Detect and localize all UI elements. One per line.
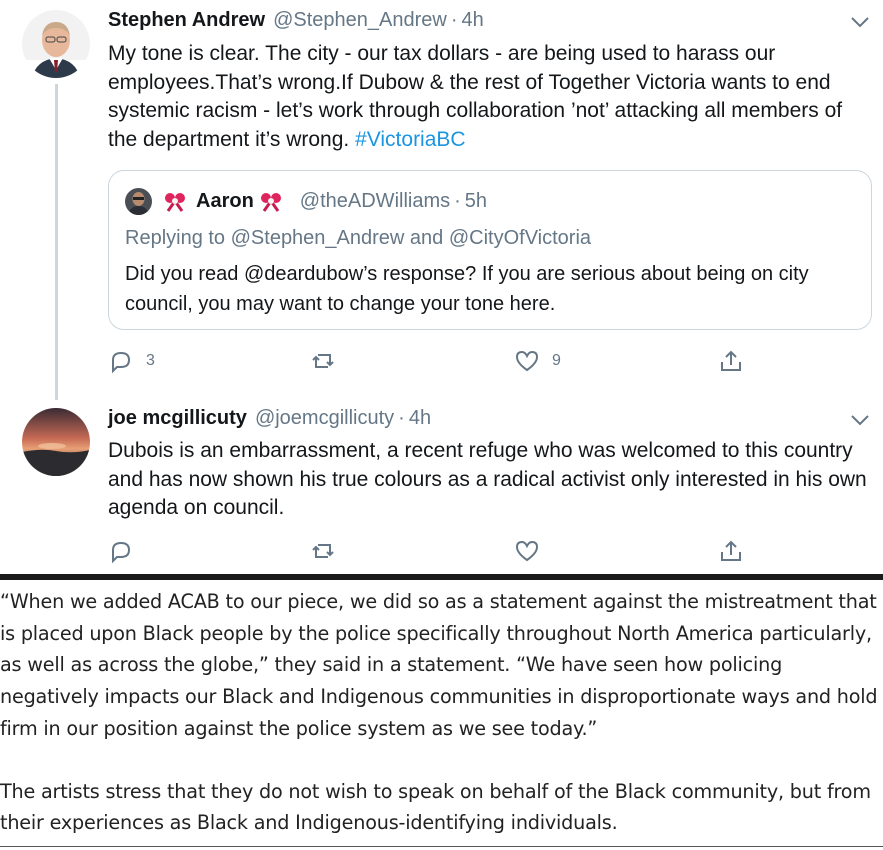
- like-button[interactable]: [514, 538, 552, 564]
- tweet-header: Stephen Andrew @Stephen_Andrew · 4h: [108, 9, 484, 32]
- quoted-tweet[interactable]: Aaron @theADWilliams · 5h Replying to @S…: [108, 170, 872, 330]
- reply-count: 3: [146, 352, 155, 369]
- timestamp[interactable]: 4h: [409, 407, 431, 430]
- chevron-down-icon[interactable]: [849, 15, 871, 29]
- replying-to[interactable]: Replying to @Stephen_Andrew and @CityOfV…: [125, 227, 591, 250]
- ribbon-emoji-icon: [165, 192, 185, 212]
- tweet-text: Dubois is an embarrassment, a recent ref…: [108, 439, 867, 519]
- hashtag-link[interactable]: #VictoriaBC: [355, 128, 466, 151]
- share-button[interactable]: [718, 348, 744, 374]
- retweet-button[interactable]: [310, 538, 348, 564]
- author-handle[interactable]: @Stephen_Andrew: [273, 9, 447, 32]
- chevron-down-icon[interactable]: [849, 413, 871, 427]
- quote-text: Did you read @deardubow’s response? If y…: [125, 263, 809, 315]
- separator: ·: [450, 9, 458, 31]
- reply-icon: [112, 351, 131, 374]
- author-handle[interactable]: @joemcgillicuty: [255, 407, 394, 430]
- tweet-text: My tone is clear. The city - our tax dol…: [108, 40, 868, 154]
- separator: ·: [398, 407, 405, 429]
- like-button[interactable]: 9: [514, 348, 561, 374]
- quote-avatar[interactable]: [125, 188, 152, 215]
- tweet-body: My tone is clear. The city - our tax dol…: [108, 42, 843, 151]
- quote-timestamp[interactable]: 5h: [465, 190, 487, 213]
- quote-header: Aaron @theADWilliams · 5h: [125, 188, 487, 215]
- section-divider: [0, 574, 883, 580]
- ribbon-emoji-icon: [260, 192, 281, 212]
- retweet-button[interactable]: [310, 348, 348, 374]
- reply-icon: [112, 541, 131, 564]
- tweet-joe-mcgillicuty[interactable]: joe mcgillicuty @joemcgillicuty · 4h Dub…: [0, 400, 883, 570]
- reply-button[interactable]: [108, 538, 146, 564]
- avatar[interactable]: [22, 408, 90, 476]
- tweet-actions: 3 9: [108, 348, 748, 376]
- like-icon: [515, 350, 539, 372]
- share-icon: [721, 350, 741, 371]
- separator: ·: [454, 190, 461, 212]
- tweet-stephen-andrew[interactable]: Stephen Andrew @Stephen_Andrew · 4h My t…: [0, 0, 883, 400]
- tweet-header: joe mcgillicuty @joemcgillicuty · 4h: [108, 407, 431, 430]
- reply-button[interactable]: 3: [108, 348, 155, 374]
- like-icon: [515, 540, 539, 562]
- article-excerpt: “When we added ACAB to our piece, we did…: [0, 586, 883, 839]
- timestamp[interactable]: 4h: [461, 9, 483, 32]
- tweet-actions: [108, 538, 748, 566]
- bottom-rule: [0, 846, 883, 847]
- quote-author-handle[interactable]: @theADWilliams: [300, 190, 450, 213]
- share-icon: [721, 540, 741, 561]
- author-name[interactable]: Stephen Andrew: [108, 9, 265, 32]
- quote-author-name[interactable]: Aaron: [196, 190, 254, 213]
- like-count: 9: [552, 352, 561, 369]
- avatar[interactable]: [22, 10, 90, 78]
- article-paragraph: “When we added ACAB to our piece, we did…: [0, 590, 878, 740]
- article-paragraph: The artists stress that they do not wish…: [0, 779, 871, 835]
- share-button[interactable]: [718, 538, 744, 564]
- author-name[interactable]: joe mcgillicuty: [108, 407, 247, 430]
- retweet-icon: [312, 544, 334, 558]
- retweet-icon: [312, 354, 334, 368]
